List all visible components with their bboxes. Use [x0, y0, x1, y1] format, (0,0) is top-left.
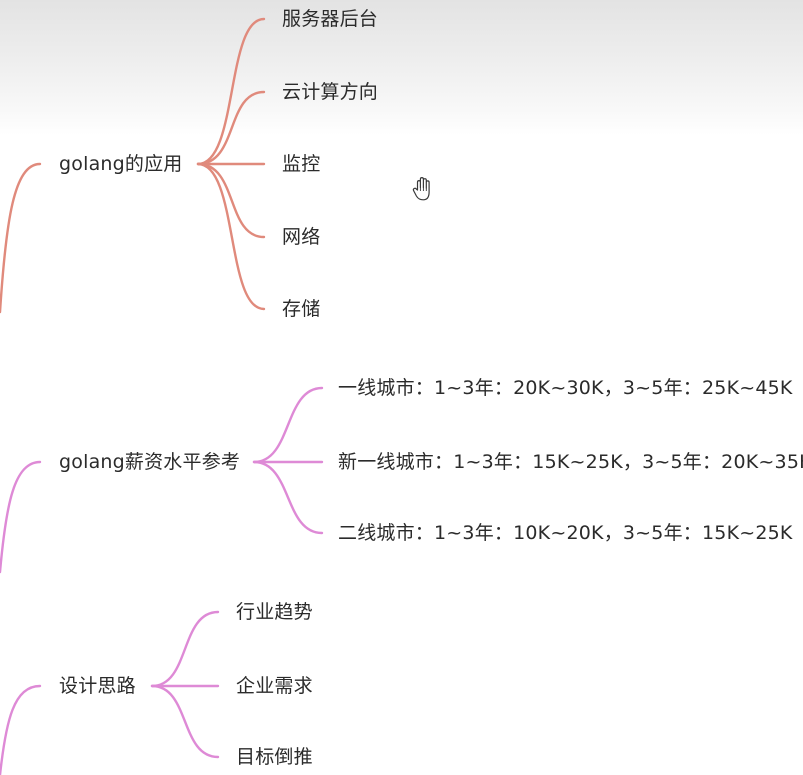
root-link-2: [0, 460, 42, 574]
subtopic-enterprise-needs[interactable]: 企业需求: [236, 674, 313, 698]
subtopic-new-tier1-city-salary[interactable]: 新一线城市：1~3年：15K~25K，3~5年：20K~35K: [338, 450, 803, 474]
subtopic-reverse-from-goal[interactable]: 目标倒推: [236, 745, 313, 769]
subtopic-cloud-computing[interactable]: 云计算方向: [282, 80, 378, 104]
link-1-5: [196, 162, 266, 311]
subtopic-tier1-city-salary[interactable]: 一线城市：1~3年：20K~30K，3~5年：25K~45K: [338, 376, 793, 400]
link-1-2: [196, 90, 266, 166]
link-2-1: [252, 386, 324, 464]
subtopic-industry-trends[interactable]: 行业趋势: [236, 600, 313, 624]
subtopic-monitoring[interactable]: 监控: [282, 152, 320, 176]
link-1-4: [196, 162, 266, 239]
hand-cursor-icon: [412, 177, 430, 201]
topic-golang-salary[interactable]: golang薪资水平参考: [59, 450, 240, 474]
subtopic-tier2-city-salary[interactable]: 二线城市：1~3年：10K~20K，3~5年：15K~25K: [338, 521, 793, 545]
subtopic-server-backend[interactable]: 服务器后台: [282, 7, 378, 31]
root-link-1: [0, 162, 42, 314]
topic-design-approach[interactable]: 设计思路: [59, 674, 136, 698]
root-link-3: [0, 684, 42, 775]
link-1-1: [196, 17, 266, 166]
mindmap-canvas: golang的应用 服务器后台 云计算方向 监控 网络 存储 golang薪资水…: [0, 0, 803, 775]
subtopic-network[interactable]: 网络: [282, 225, 320, 249]
link-2-3: [252, 460, 324, 535]
topic-golang-applications[interactable]: golang的应用: [59, 152, 183, 176]
link-3-1: [150, 610, 220, 688]
subtopic-storage[interactable]: 存储: [282, 297, 320, 321]
link-3-3: [150, 684, 220, 759]
